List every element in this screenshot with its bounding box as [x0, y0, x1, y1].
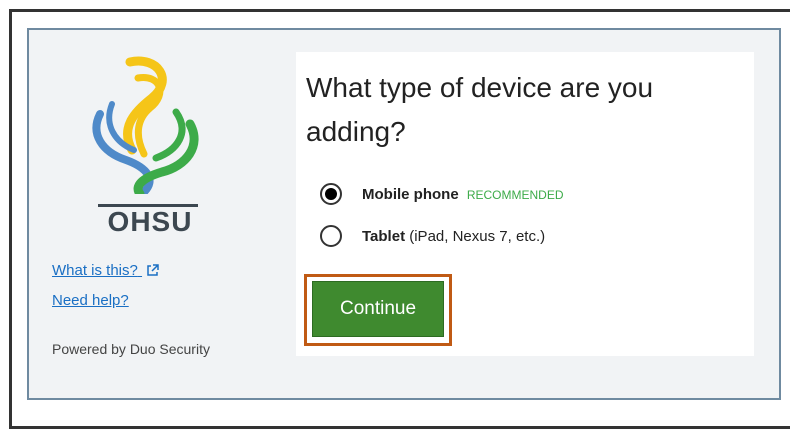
what-is-this-link[interactable]: What is this?: [52, 262, 159, 279]
option-label: Tablet (iPad, Nexus 7, etc.): [362, 228, 545, 245]
radio-unchecked-icon[interactable]: [320, 225, 342, 247]
recommended-badge: RECOMMENDED: [466, 187, 564, 202]
option-detail: (iPad, Nexus 7, etc.): [409, 227, 546, 245]
radio-checked-icon[interactable]: [320, 183, 342, 205]
brand-name: OHSU: [107, 206, 193, 237]
what-is-this-label: What is this?: [52, 262, 138, 279]
page-title: What type of device are you adding?: [306, 72, 654, 147]
option-mobile-phone[interactable]: Mobile phone RECOMMENDED: [320, 183, 564, 205]
option-label: Mobile phone RECOMMENDED: [362, 186, 564, 203]
option-tablet[interactable]: Tablet (iPad, Nexus 7, etc.): [320, 225, 545, 247]
ohsu-logo-icon: [92, 56, 199, 194]
external-link-icon: [147, 264, 159, 276]
need-help-link[interactable]: Need help?: [52, 292, 129, 309]
powered-by-text: Powered by Duo Security: [52, 341, 210, 357]
option-title: Mobile phone: [362, 185, 459, 203]
option-title: Tablet: [362, 227, 406, 245]
continue-button[interactable]: Continue: [312, 281, 444, 337]
